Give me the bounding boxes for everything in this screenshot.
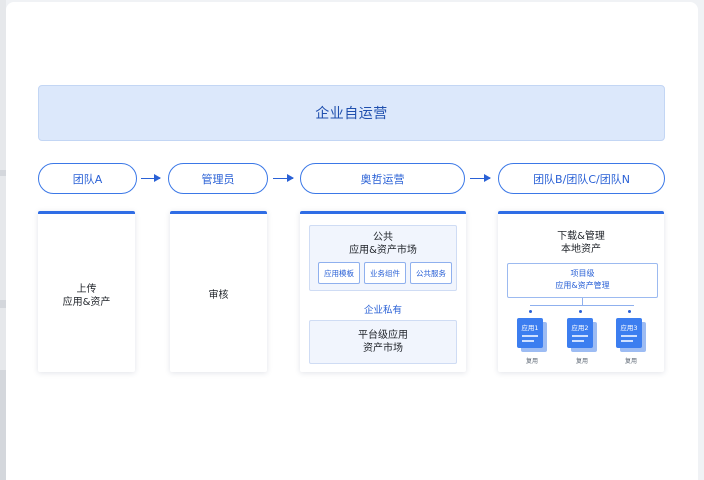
app-connector-dot [579, 310, 582, 313]
public-market-line-1: 公共 [373, 232, 393, 243]
flow-step-authine-operations: 奥哲运营 [300, 163, 465, 194]
chip-business-component: 业务组件 [364, 262, 406, 284]
project-level-line-1: 项目级 [570, 269, 595, 278]
app-doc-line [572, 340, 584, 342]
app-icon-3: 应用3 复用 [616, 310, 646, 368]
app-doc-line [522, 340, 534, 342]
flow-arrow [470, 174, 491, 182]
platform-market-line-1: 平台级应用 [358, 330, 408, 341]
flow-step-team-a: 团队A [38, 163, 137, 194]
chip-app-template: 应用模板 [318, 262, 360, 284]
app-reuse-caption: 复用 [525, 358, 538, 365]
app-doc-line [522, 335, 538, 337]
upload-line-2: 应用&资产 [62, 297, 111, 308]
app-icon-1: 应用1 复用 [517, 310, 547, 368]
tree-connector [582, 298, 583, 305]
app-doc-icon: 应用1 [517, 318, 543, 348]
enterprise-private-label: 企业私有 [363, 305, 402, 316]
flow-step-admin: 管理员 [168, 163, 268, 194]
operations-card: 公共 应用&资产市场 应用模板 业务组件 公共服务 企业私有 平台级应用 资产市… [300, 211, 466, 372]
app-name: 应用2 [571, 324, 589, 332]
platform-market-line-2: 资产市场 [363, 343, 403, 354]
app-icon-2: 应用2 复用 [567, 310, 597, 368]
app-name: 应用3 [620, 324, 638, 332]
app-connector-dot [628, 310, 631, 313]
download-line-2: 本地资产 [561, 244, 601, 255]
upload-card: 上传 应用&资产 [38, 211, 135, 372]
public-market-line-2: 应用&资产市场 [349, 245, 417, 256]
app-doc-line [621, 340, 633, 342]
project-level-box: 项目级 应用&资产管理 [507, 263, 658, 298]
app-name: 应用1 [521, 324, 539, 332]
tree-connector [530, 305, 634, 306]
app-connector-dot [529, 310, 532, 313]
review-card: 审核 [170, 211, 267, 372]
upload-line-1: 上传 [76, 284, 97, 295]
download-manage-card: 下载&管理 本地资产 项目级 应用&资产管理 应用1 复用 应用2 复用 应用3 [498, 211, 664, 372]
app-doc-line [621, 335, 637, 337]
public-market-box: 公共 应用&资产市场 应用模板 业务组件 公共服务 [309, 225, 457, 291]
project-level-line-2: 应用&资产管理 [555, 281, 610, 290]
chip-public-service: 公共服务 [410, 262, 452, 284]
app-doc-line [572, 335, 588, 337]
app-reuse-caption: 复用 [624, 358, 637, 365]
platform-market-box: 平台级应用 资产市场 [309, 320, 457, 364]
app-doc-icon: 应用3 [616, 318, 642, 348]
app-reuse-caption: 复用 [575, 358, 588, 365]
review-label: 审核 [208, 290, 229, 301]
flow-arrow [141, 174, 161, 182]
app-doc-icon: 应用2 [567, 318, 593, 348]
enterprise-self-operation-banner: 企业自运营 [38, 85, 665, 141]
flow-arrow [273, 174, 294, 182]
flow-step-other-teams: 团队B/团队C/团队N [498, 163, 665, 194]
download-line-1: 下载&管理 [557, 231, 605, 242]
